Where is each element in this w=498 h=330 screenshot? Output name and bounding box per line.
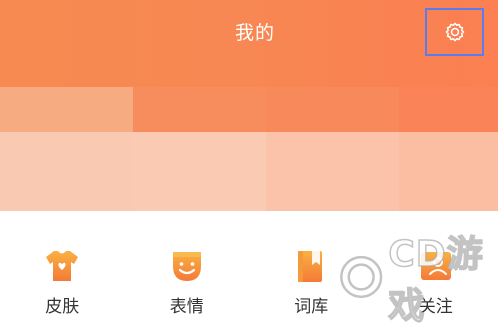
- smiley-face-icon: [172, 252, 201, 281]
- header-bar: 我的: [0, 0, 498, 87]
- grid-item-follow[interactable]: 关注: [374, 226, 498, 330]
- grid-item-label: 皮肤: [45, 297, 80, 317]
- function-grid: 皮肤 表情 词库 关注: [0, 226, 498, 330]
- tshirt-heart-icon: [46, 251, 79, 281]
- book-icon: [298, 251, 323, 282]
- banner-area: [0, 87, 498, 211]
- grid-item-emoji[interactable]: 表情: [125, 226, 250, 330]
- grid-item-lexicon[interactable]: 词库: [249, 226, 374, 330]
- gear-icon: [445, 22, 464, 42]
- follow-card-icon: [420, 252, 451, 280]
- grid-item-label: 词库: [294, 297, 329, 317]
- grid-item-label: 关注: [418, 297, 453, 317]
- settings-button[interactable]: [425, 8, 484, 56]
- grid-item-label: 表情: [169, 297, 204, 317]
- page-title: 我的: [234, 22, 275, 44]
- grid-item-skin[interactable]: 皮肤: [0, 226, 125, 330]
